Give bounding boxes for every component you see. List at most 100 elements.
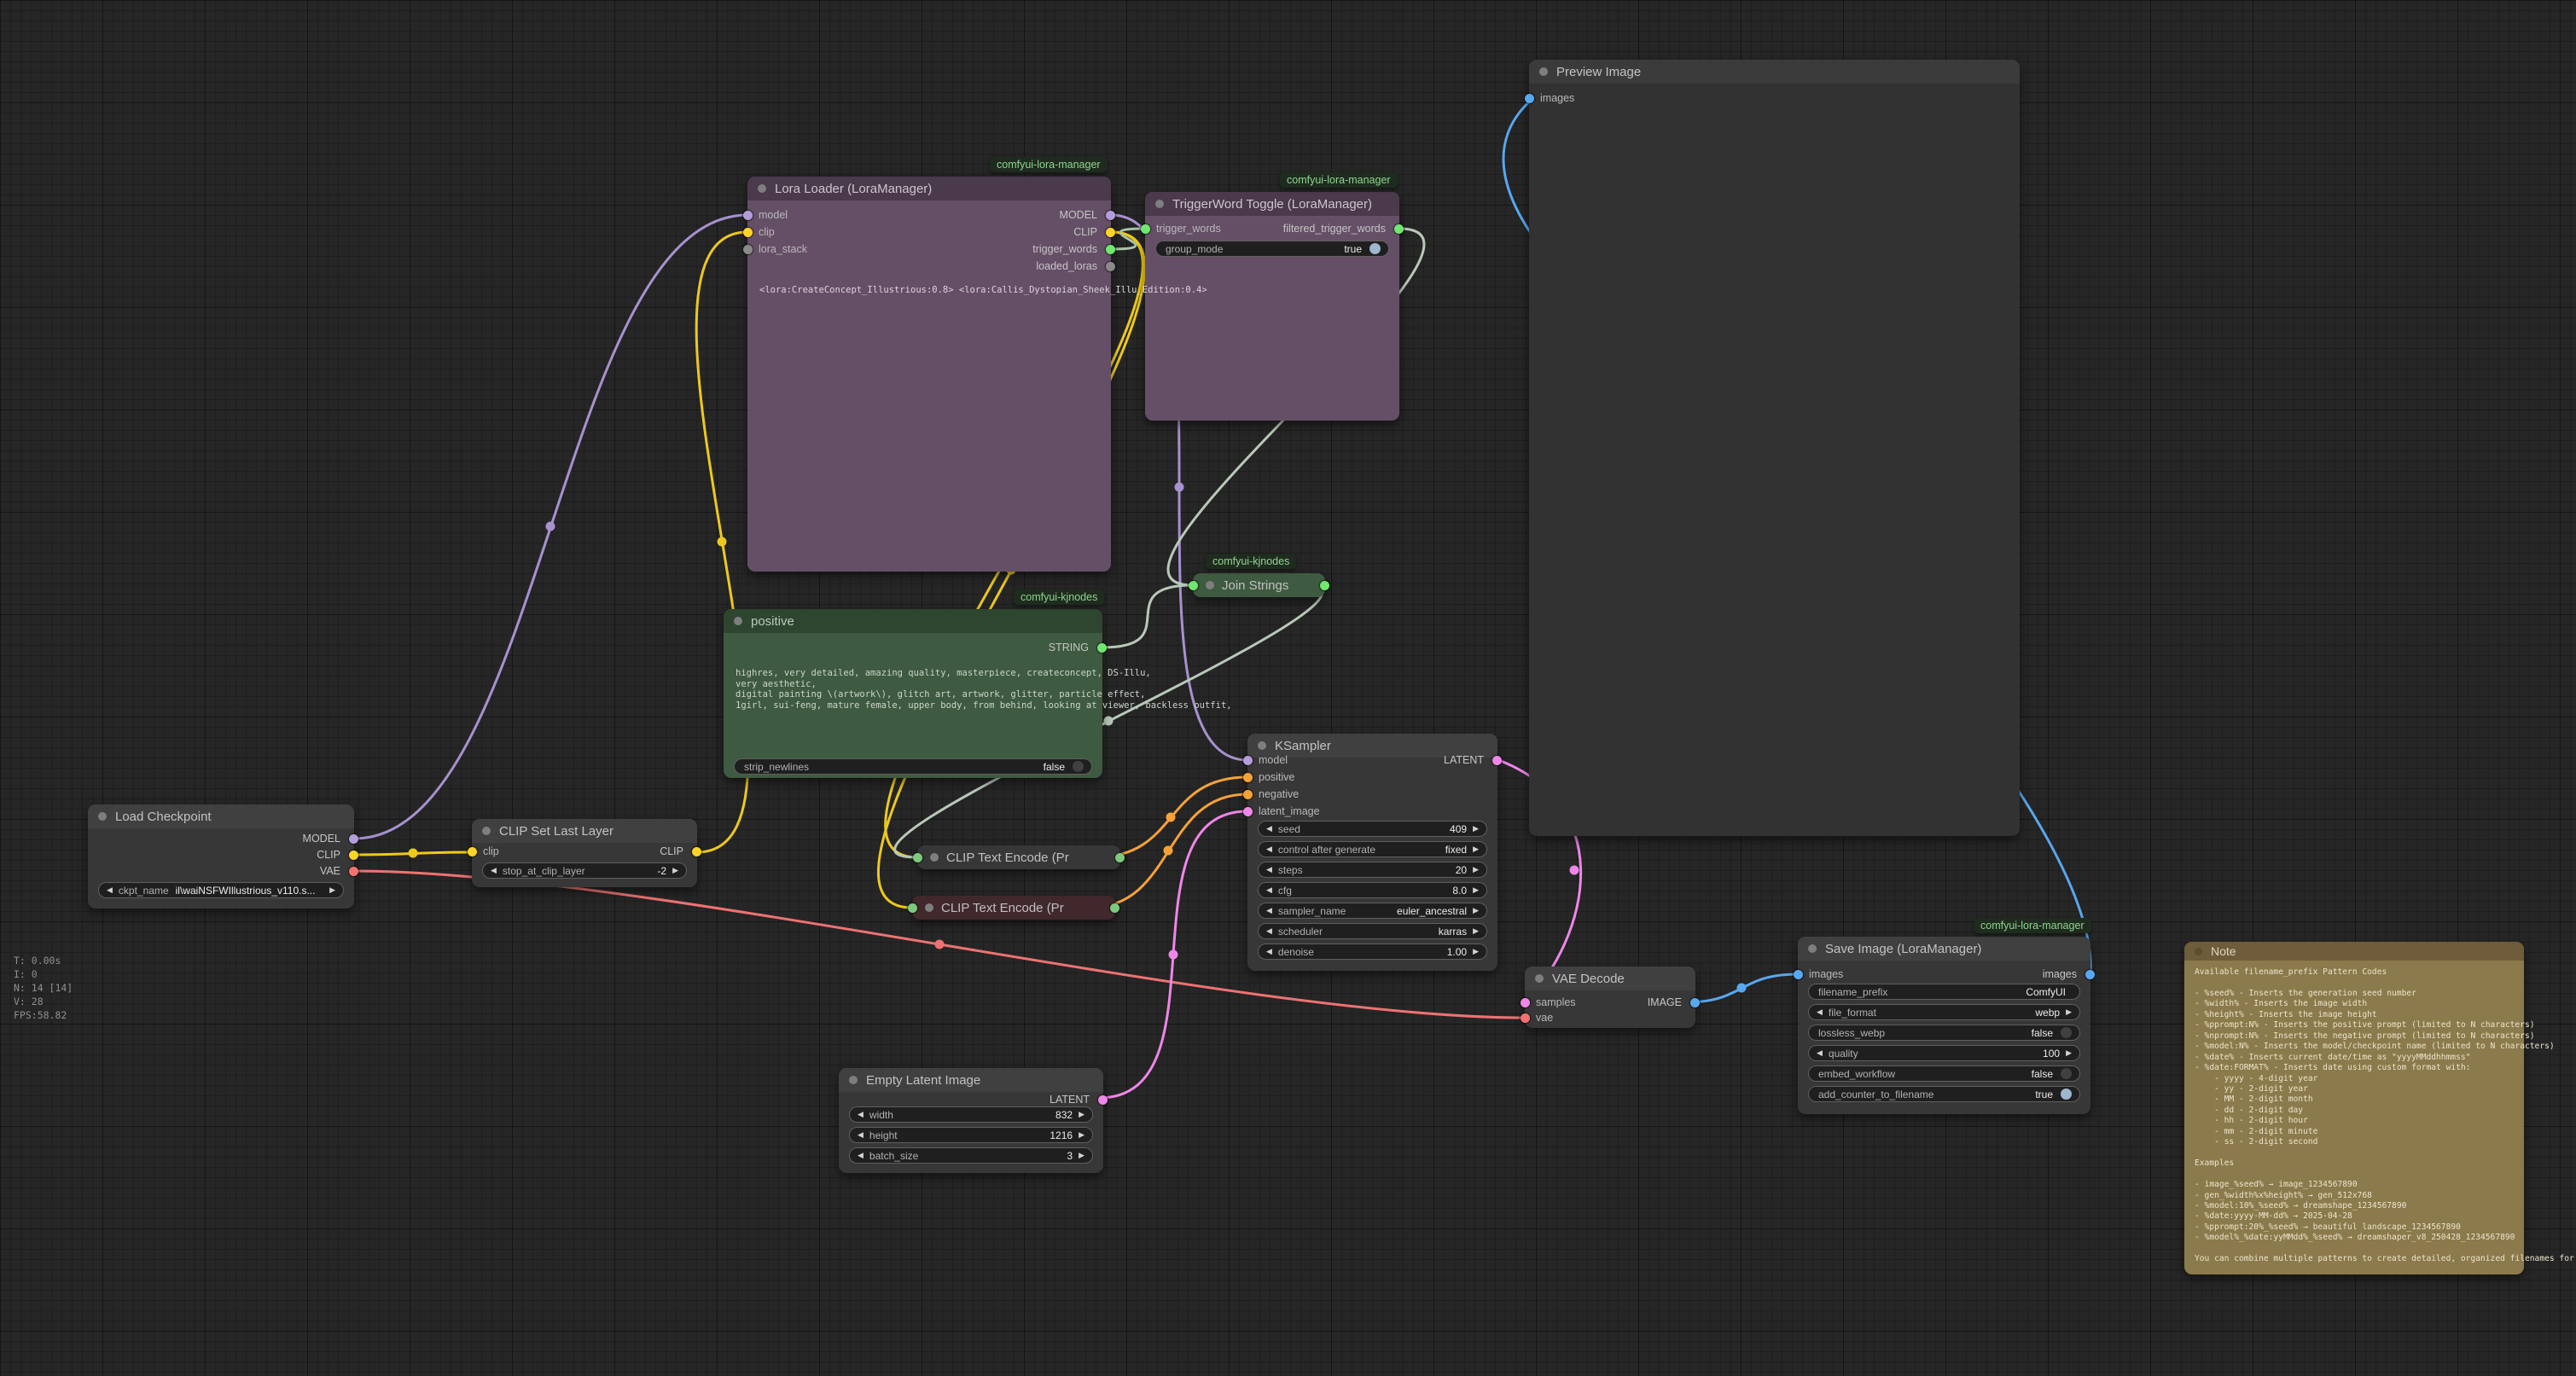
widget-scheduler[interactable]: ◀schedulerkarras▶ xyxy=(1258,923,1487,939)
combo-left-arrow-icon[interactable]: ◀ xyxy=(858,1110,864,1119)
node-titlebar[interactable]: Save Image (LoraManager) xyxy=(1798,937,2090,961)
collapse-dot-icon[interactable] xyxy=(1206,581,1214,589)
toggle-on-icon[interactable] xyxy=(1369,243,1381,254)
collapse-dot-icon[interactable] xyxy=(1808,944,1817,953)
collapse-dot-icon[interactable] xyxy=(925,903,933,912)
input-port-model[interactable] xyxy=(743,211,753,220)
node-titlebar[interactable]: Note xyxy=(2184,942,2524,961)
combo-right-arrow-icon[interactable]: ▶ xyxy=(329,885,335,895)
node-titlebar[interactable]: positive xyxy=(724,609,1102,633)
toggle-on-icon[interactable] xyxy=(2061,1089,2072,1100)
output-port-latent[interactable] xyxy=(1098,1095,1108,1105)
node-clip-text-encode-positive[interactable]: CLIP Text Encode (Pr xyxy=(917,845,1120,869)
widget-lossless-webp[interactable]: lossless_webpfalse xyxy=(1808,1025,2080,1041)
note-textarea[interactable]: Available filename_prefix Pattern Codes … xyxy=(2195,967,2576,1265)
output-port-model[interactable] xyxy=(1106,211,1115,220)
combo-right-arrow-icon[interactable]: ▶ xyxy=(1079,1130,1084,1140)
combo-right-arrow-icon[interactable]: ▶ xyxy=(1473,947,1479,956)
widget-batch-size[interactable]: ◀batch_size3▶ xyxy=(849,1147,1093,1164)
input-port-images[interactable] xyxy=(1794,970,1803,979)
widget-width[interactable]: ◀width832▶ xyxy=(849,1106,1093,1123)
combo-left-arrow-icon[interactable]: ◀ xyxy=(1266,865,1272,874)
input-port-positive[interactable] xyxy=(1243,773,1253,782)
collapse-dot-icon[interactable] xyxy=(98,812,107,821)
combo-right-arrow-icon[interactable]: ▶ xyxy=(1079,1110,1084,1119)
output-port-loaded-loras[interactable] xyxy=(1106,262,1115,271)
node-titlebar[interactable]: TriggerWord Toggle (LoraManager) xyxy=(1145,192,1399,216)
combo-right-arrow-icon[interactable]: ▶ xyxy=(1473,926,1479,936)
output-port-clip[interactable] xyxy=(349,851,358,860)
widget-add-counter-to-filename[interactable]: add_counter_to_filenametrue xyxy=(1808,1086,2080,1102)
combo-right-arrow-icon[interactable]: ▶ xyxy=(1473,845,1479,854)
combo-left-arrow-icon[interactable]: ◀ xyxy=(107,885,113,895)
input-port-clip[interactable] xyxy=(743,228,753,237)
combo-right-arrow-icon[interactable]: ▶ xyxy=(672,866,678,875)
collapse-dot-icon[interactable] xyxy=(1535,974,1544,983)
collapse-dot-icon[interactable] xyxy=(2195,948,2202,955)
widget-seed[interactable]: ◀seed409▶ xyxy=(1258,821,1487,837)
collapse-dot-icon[interactable] xyxy=(1539,67,1548,76)
prompt-textarea[interactable]: highres, very detailed, amazing quality,… xyxy=(736,668,1232,711)
node-titlebar[interactable]: Preview Image xyxy=(1529,60,2020,84)
input-port-lora-stack[interactable] xyxy=(743,245,753,254)
widget-sampler-name[interactable]: ◀sampler_nameeuler_ancestral▶ xyxy=(1258,903,1487,919)
collapse-dot-icon[interactable] xyxy=(482,827,491,835)
input-port-negative[interactable] xyxy=(1243,790,1253,799)
input-port-vae[interactable] xyxy=(1521,1013,1530,1023)
combo-right-arrow-icon[interactable]: ▶ xyxy=(1473,906,1479,915)
combo-left-arrow-icon[interactable]: ◀ xyxy=(1817,1048,1823,1058)
combo-right-arrow-icon[interactable]: ▶ xyxy=(2066,1007,2072,1017)
input-port-latent-image[interactable] xyxy=(1243,807,1253,816)
widget-control-after-generate[interactable]: ◀control after generatefixed▶ xyxy=(1258,841,1487,857)
input-port[interactable] xyxy=(913,853,922,862)
combo-right-arrow-icon[interactable]: ▶ xyxy=(1473,824,1479,833)
output-port-latent[interactable] xyxy=(1492,756,1502,765)
output-port-clip[interactable] xyxy=(1106,228,1115,237)
widget-filename-prefix[interactable]: filename_prefixComfyUI xyxy=(1808,984,2080,1000)
widget-strip-newlines[interactable]: strip_newlines false xyxy=(734,758,1092,775)
combo-right-arrow-icon[interactable]: ▶ xyxy=(1473,865,1479,874)
collapse-dot-icon[interactable] xyxy=(758,184,766,193)
output-port-trigger-words[interactable] xyxy=(1106,245,1115,254)
output-port-vae[interactable] xyxy=(349,867,358,876)
node-clip-text-encode-negative[interactable]: CLIP Text Encode (Pr xyxy=(912,896,1115,920)
combo-left-arrow-icon[interactable]: ◀ xyxy=(858,1130,864,1140)
collapse-dot-icon[interactable] xyxy=(930,853,939,862)
output-port-string[interactable] xyxy=(1320,581,1329,590)
output-port-images[interactable] xyxy=(2085,970,2095,979)
input-port-model[interactable] xyxy=(1243,756,1253,765)
output-port-image[interactable] xyxy=(1690,998,1700,1007)
widget-group-mode[interactable]: group_mode true xyxy=(1155,241,1389,257)
combo-left-arrow-icon[interactable]: ◀ xyxy=(491,866,497,875)
combo-left-arrow-icon[interactable]: ◀ xyxy=(1266,947,1272,956)
input-port[interactable] xyxy=(908,903,917,913)
output-port-clip[interactable] xyxy=(692,847,701,856)
output-port-filtered-trigger-words[interactable] xyxy=(1394,224,1404,234)
collapse-dot-icon[interactable] xyxy=(1155,200,1164,208)
combo-left-arrow-icon[interactable]: ◀ xyxy=(858,1151,864,1160)
combo-right-arrow-icon[interactable]: ▶ xyxy=(1079,1151,1084,1160)
toggle-off-icon[interactable] xyxy=(2061,1027,2072,1038)
widget-height[interactable]: ◀height1216▶ xyxy=(849,1127,1093,1143)
comfyui-canvas[interactable]: { "badges":{ "lora_manager":"comfyui-lor… xyxy=(0,0,2576,1376)
combo-left-arrow-icon[interactable]: ◀ xyxy=(1266,906,1272,915)
combo-left-arrow-icon[interactable]: ◀ xyxy=(1266,885,1272,895)
output-port-model[interactable] xyxy=(349,834,358,844)
widget-embed-workflow[interactable]: embed_workflowfalse xyxy=(1808,1065,2080,1082)
lora-syntax-text[interactable]: <lora:CreateConcept_Illustrious:0.8> <lo… xyxy=(759,285,1207,295)
node-titlebar[interactable]: VAE Decode xyxy=(1525,967,1695,990)
input-port-trigger-words[interactable] xyxy=(1141,224,1150,234)
widget-steps[interactable]: ◀steps20▶ xyxy=(1258,862,1487,878)
widget-stop-at-clip-layer[interactable]: ◀ stop_at_clip_layer -2 ▶ xyxy=(482,862,687,879)
input-port-strings[interactable] xyxy=(1189,581,1198,590)
widget-cfg[interactable]: ◀cfg8.0▶ xyxy=(1258,882,1487,898)
input-port-clip[interactable] xyxy=(468,847,477,856)
collapse-dot-icon[interactable] xyxy=(1258,741,1266,750)
toggle-off-icon[interactable] xyxy=(2061,1068,2072,1079)
node-join-strings[interactable]: Join Strings xyxy=(1193,573,1325,597)
collapse-dot-icon[interactable] xyxy=(849,1076,858,1084)
widget-quality[interactable]: ◀quality100▶ xyxy=(1808,1045,2080,1061)
combo-left-arrow-icon[interactable]: ◀ xyxy=(1817,1007,1823,1017)
widget-file-format[interactable]: ◀file_formatwebp▶ xyxy=(1808,1004,2080,1020)
input-port-samples[interactable] xyxy=(1521,998,1530,1007)
